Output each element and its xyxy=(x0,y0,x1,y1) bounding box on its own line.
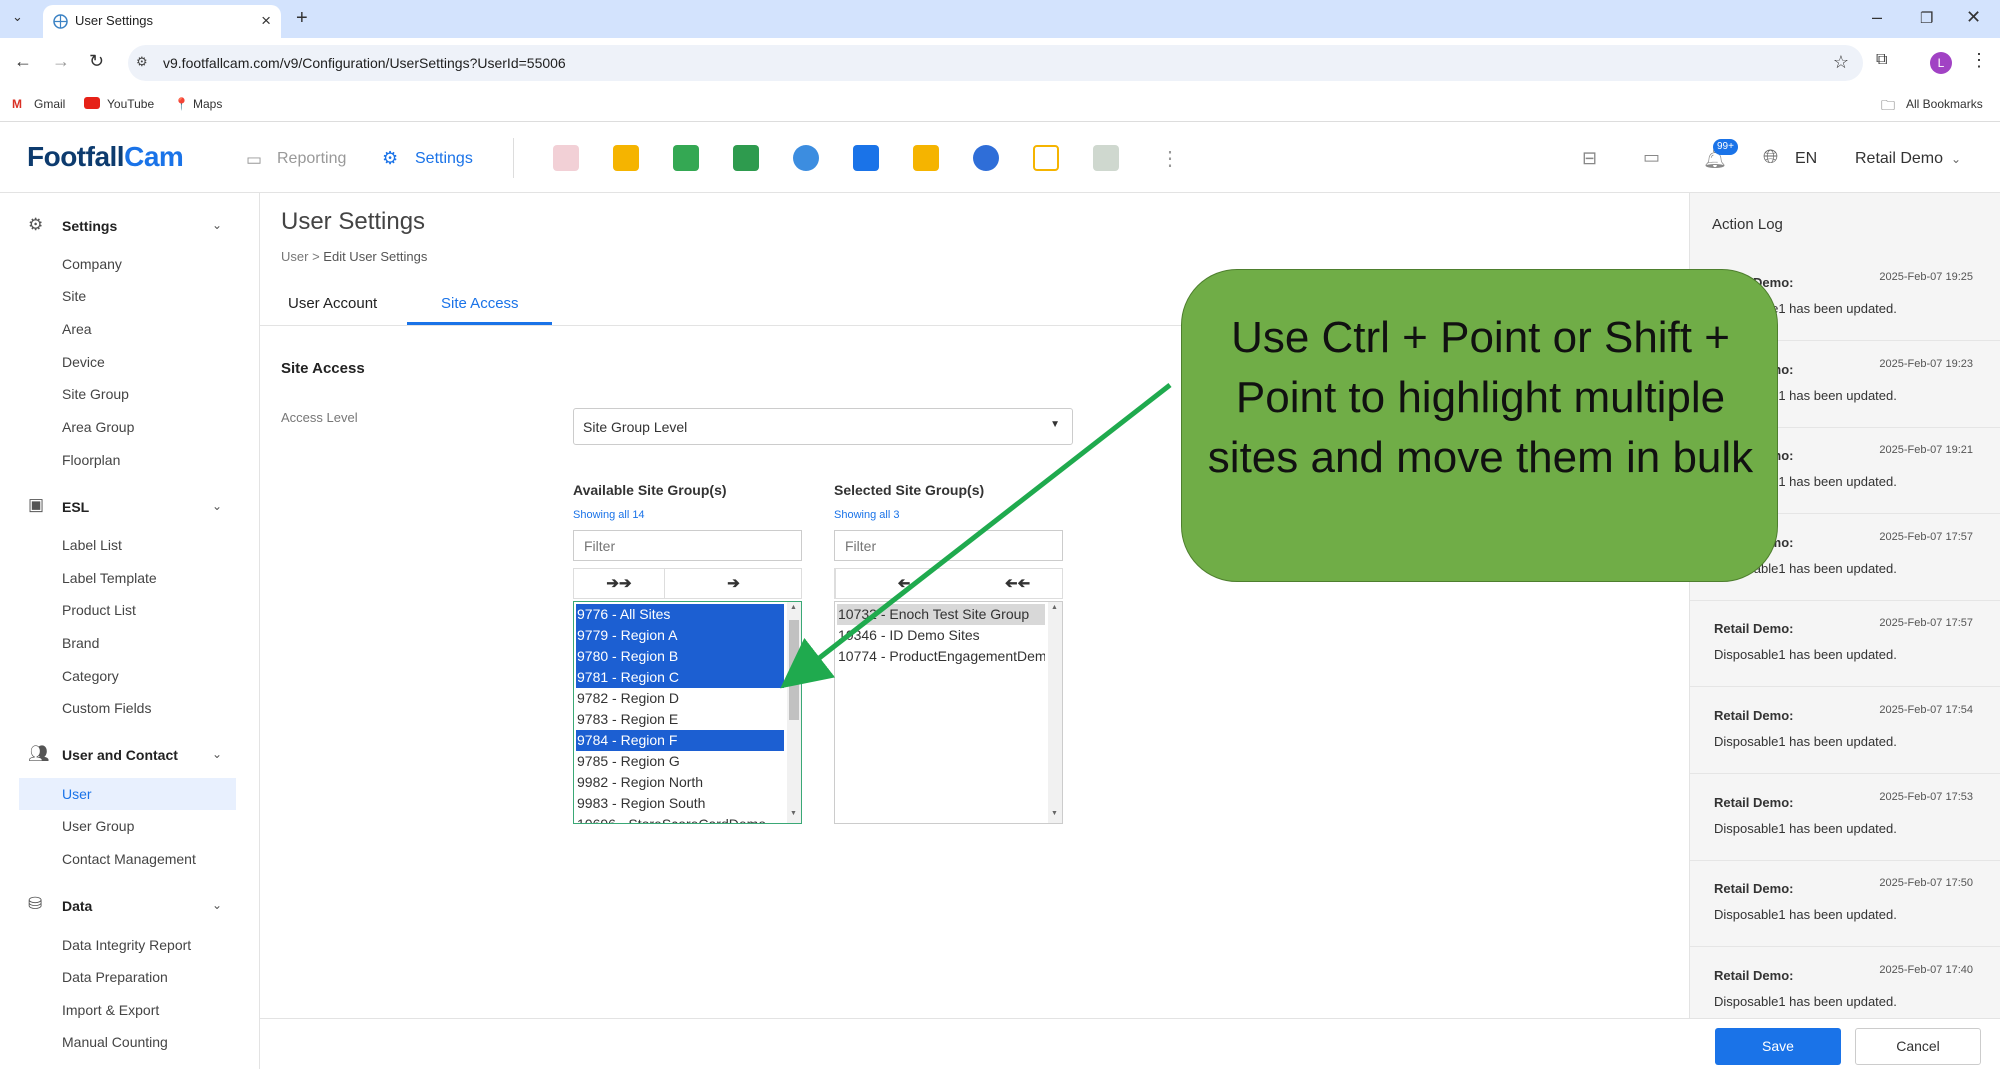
arrow-line xyxy=(780,383,1172,689)
callout-text: Use Ctrl + Point or Shift + Point to hig… xyxy=(1207,313,1754,482)
instruction-callout: Use Ctrl + Point or Shift + Point to hig… xyxy=(1181,269,1778,582)
